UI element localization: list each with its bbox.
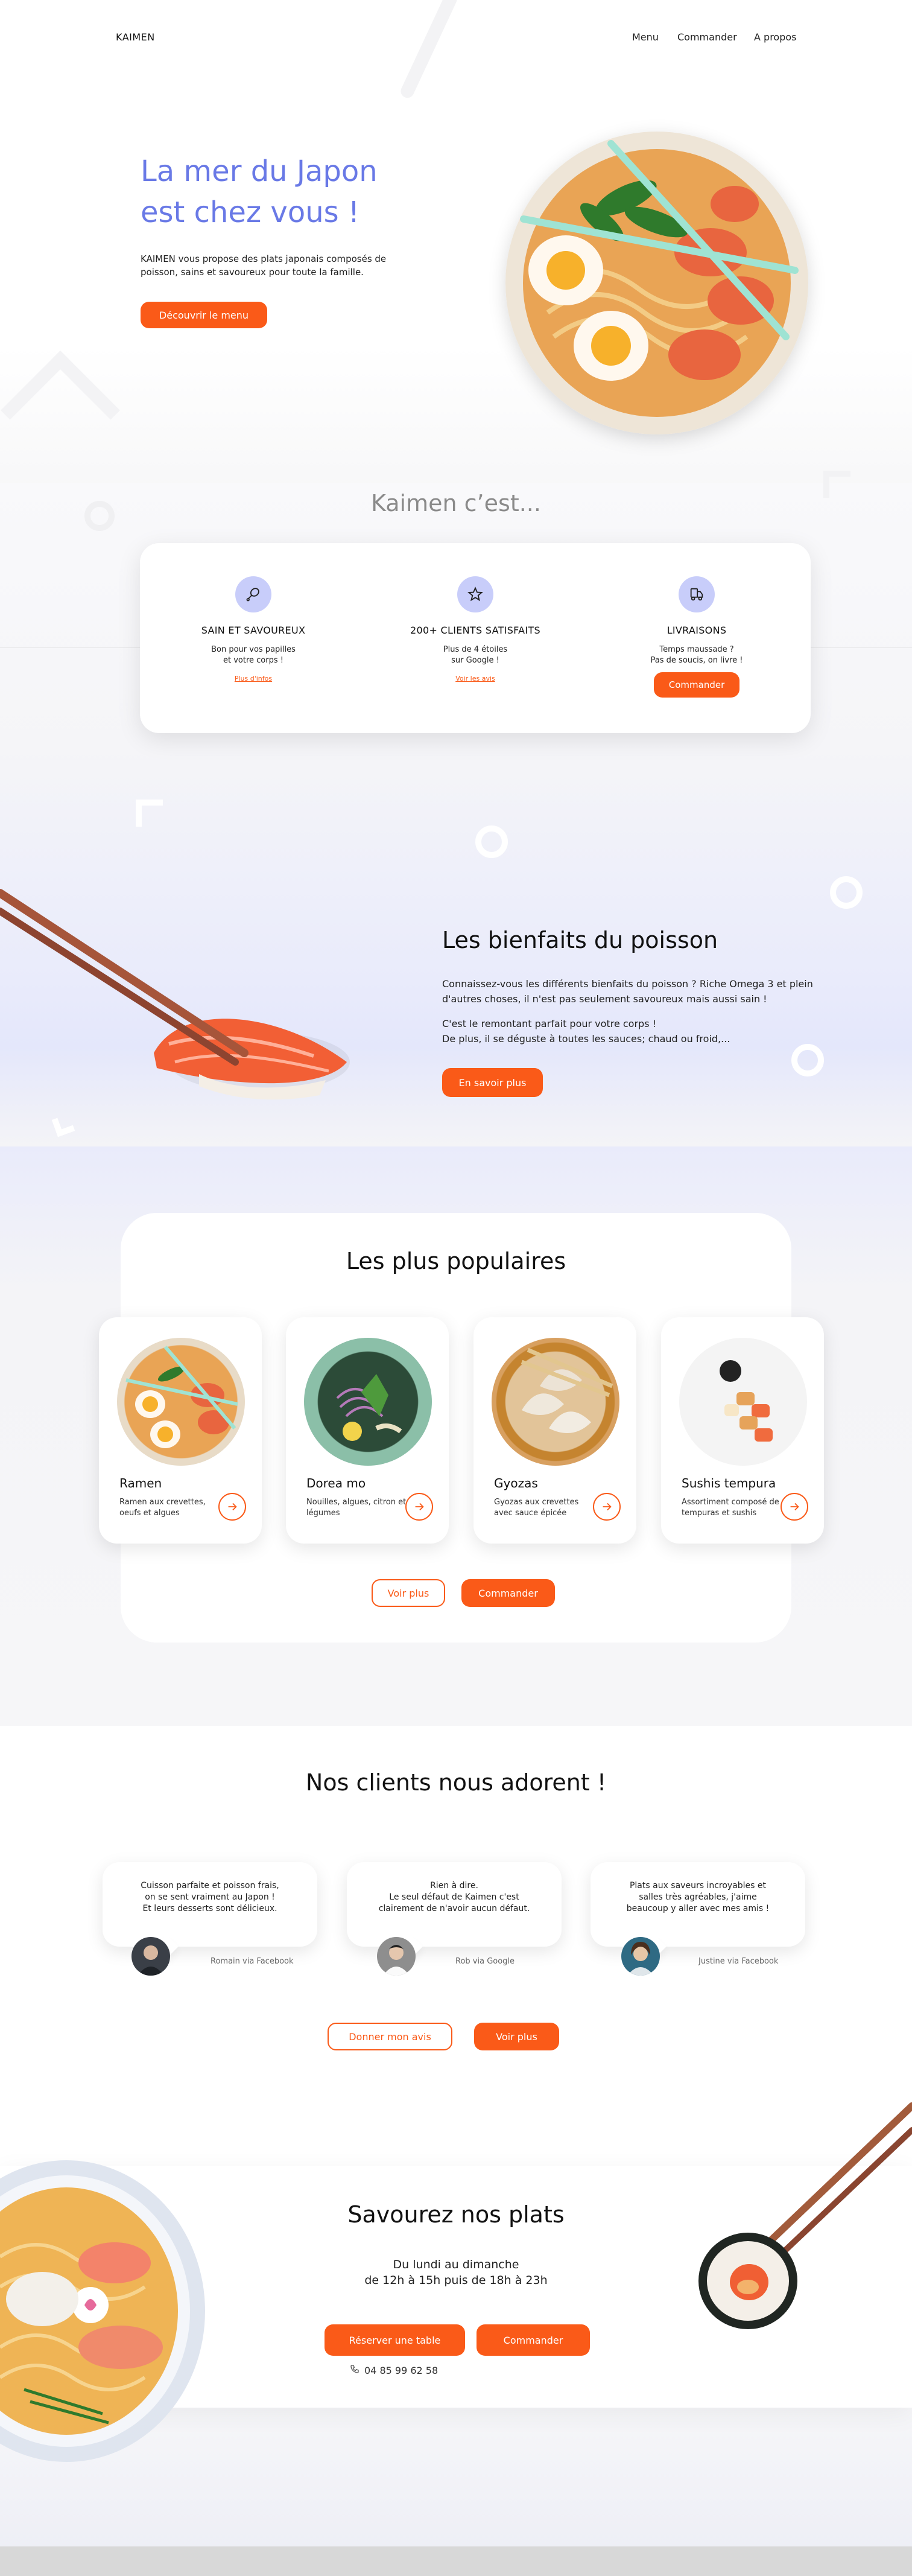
dish-description: Nouilles, algues, citron et légumes: [306, 1498, 407, 1518]
nav-a-propos[interactable]: A propos: [754, 31, 796, 43]
feature-title: SAIN ET SAVOUREUX: [201, 625, 306, 636]
review-line: Cuisson parfaite et poisson frais,: [141, 1881, 279, 1891]
feature-desc-line: et votre corps !: [223, 656, 283, 665]
salmon-nigiri-image: [0, 881, 362, 1122]
feature-description: Plus de 4 étoiles sur Google !: [385, 644, 566, 666]
logo[interactable]: KAIMEN: [116, 31, 155, 43]
feature-title: LIVRAISONS: [667, 625, 727, 636]
footer-bar: [0, 2546, 912, 2576]
ramen-bowl-image: [0, 2148, 229, 2474]
dish-description: Assortiment composé de tempuras et sushi…: [682, 1498, 779, 1518]
review-line: Le seul défaut de Kaimen c'est: [389, 1892, 519, 1902]
feature-desc-line: Bon pour vos papilles: [211, 645, 296, 654]
features-card: SAIN ET SAVOUREUX Bon pour vos papilles …: [140, 543, 811, 733]
phone-text: 04 85 99 62 58: [364, 2364, 439, 2376]
dish-card-sushis-tempura[interactable]: Sushis tempura Assortiment composé de te…: [661, 1317, 824, 1544]
savor-order-button[interactable]: Commander: [477, 2324, 590, 2356]
hero-description: KAIMEN vous propose des plats japonais c…: [141, 253, 387, 278]
reviews-title: Nos clients nous adorent !: [305, 1769, 607, 1796]
review-line: on se sent vraiment au Japon !: [145, 1892, 275, 1902]
delivery-icon: [679, 576, 715, 612]
see-more-dishes-button[interactable]: Voir plus: [372, 1579, 445, 1607]
arrow-right-icon[interactable]: [593, 1493, 621, 1521]
review-bubble: Rien à dire. Le seul défaut de Kaimen c'…: [347, 1862, 562, 1947]
benefits-paragraph: C'est le remontant parfait pour votre co…: [442, 1018, 657, 1029]
phone-number[interactable]: 04 85 99 62 58: [350, 2364, 438, 2376]
review-line: Et leurs desserts sont délicieux.: [142, 1904, 277, 1913]
dish-card-gyozas[interactable]: Gyozas Gyozas aux crevettes avec sauce é…: [473, 1317, 636, 1544]
feature-title: 200+ CLIENTS SATISFAITS: [410, 625, 540, 636]
review-author: Romain via Facebook: [211, 1957, 294, 1966]
give-review-button[interactable]: Donner mon avis: [328, 2023, 452, 2050]
deco-ring: [830, 876, 863, 909]
star-icon: [457, 576, 493, 612]
feature-delivery: LIVRAISONS Temps maussade ? Pas de souci…: [606, 576, 787, 698]
dish-card-dorea-mo[interactable]: Dorea mo Nouilles, algues, citron et lég…: [286, 1317, 449, 1544]
popular-title: Les plus populaires: [346, 1248, 566, 1274]
review-author: Justine via Facebook: [698, 1957, 779, 1966]
dish-name: Ramen: [119, 1476, 162, 1490]
arrow-right-icon[interactable]: [405, 1493, 433, 1521]
hours-line: de 12h à 15h puis de 18h à 23h: [364, 2274, 548, 2287]
dish-name: Dorea mo: [306, 1476, 366, 1490]
hero-title-line1: La mer du Japon: [141, 154, 378, 188]
ramen-image: [117, 1338, 245, 1466]
learn-more-button[interactable]: En savoir plus: [442, 1068, 543, 1097]
benefits-paragraph: De plus, il se déguste à toutes les sauc…: [442, 1033, 730, 1045]
nav-menu[interactable]: Menu: [632, 31, 659, 43]
feature-description: Temps maussade ? Pas de soucis, on livre…: [606, 644, 787, 666]
review-line: beaucoup y aller avec mes amis !: [626, 1904, 770, 1913]
benefits-text: Connaissez-vous les différents bienfaits…: [442, 976, 840, 1046]
benefits-paragraph: Connaissez-vous les différents bienfaits…: [442, 978, 813, 1005]
delivery-order-button[interactable]: Commander: [654, 672, 739, 698]
phone-icon: [350, 2364, 359, 2376]
features-title: Kaimen c’est...: [371, 490, 541, 517]
discover-menu-button[interactable]: Découvrir le menu: [141, 302, 267, 328]
dish-description: Gyozas aux crevettes avec sauce épicée: [494, 1498, 579, 1518]
hero-title: La mer du Japon est chez vous !: [141, 151, 454, 233]
order-button[interactable]: Commander: [461, 1579, 555, 1607]
hero-ramen-image: [505, 132, 808, 434]
benefits-title: Les bienfaits du poisson: [442, 927, 718, 953]
feature-desc-line: Pas de soucis, on livre !: [650, 656, 743, 665]
dish-name: Gyozas: [494, 1476, 538, 1490]
savor-title: Savourez nos plats: [347, 2201, 565, 2228]
feature-clients: 200+ CLIENTS SATISFAITS Plus de 4 étoile…: [385, 576, 566, 682]
deco-ring: [791, 1044, 824, 1077]
hours-line: Du lundi au dimanche: [393, 2258, 519, 2271]
review-line: Plats aux saveurs incroyables et: [629, 1881, 767, 1891]
opening-hours: Du lundi au dimanche de 12h à 15h puis d…: [0, 2257, 912, 2288]
deco-bracket: [136, 800, 163, 827]
feature-desc-line: Plus de 4 étoiles: [443, 645, 508, 654]
see-more-reviews-button[interactable]: Voir plus: [474, 2023, 559, 2050]
feature-description: Bon pour vos papilles et votre corps !: [163, 644, 344, 666]
feature-desc-line: sur Google !: [451, 656, 499, 665]
review-line: clairement de n'avoir aucun défaut.: [378, 1904, 530, 1913]
more-info-link[interactable]: Plus d'infos: [163, 675, 344, 682]
arrow-right-icon[interactable]: [781, 1493, 808, 1521]
reserve-table-button[interactable]: Réserver une table: [325, 2324, 465, 2356]
dish-name: Sushis tempura: [682, 1476, 776, 1490]
dish-card-ramen[interactable]: Ramen Ramen aux crevettes, oeufs et algu…: [99, 1317, 262, 1544]
review-author: Rob via Google: [455, 1957, 515, 1966]
nav-commander[interactable]: Commander: [677, 31, 737, 43]
deco-ring: [475, 825, 508, 858]
avatar: [131, 1937, 170, 1976]
review-line: Rien à dire.: [430, 1881, 478, 1891]
feature-healthy: SAIN ET SAVOUREUX Bon pour vos papilles …: [163, 576, 344, 682]
review-bubble: Plats aux saveurs incroyables et salles …: [591, 1862, 805, 1947]
sushis-tempura-image: [679, 1338, 807, 1466]
gyozas-image: [492, 1338, 619, 1466]
feature-desc-line: Temps maussade ?: [659, 645, 734, 654]
dorea-mo-image: [304, 1338, 432, 1466]
drumstick-icon: [235, 576, 271, 612]
avatar: [621, 1937, 660, 1976]
avatar: [377, 1937, 416, 1976]
dish-description: Ramen aux crevettes, oeufs et algues: [119, 1498, 206, 1518]
arrow-right-icon[interactable]: [218, 1493, 246, 1521]
hero-title-line2: est chez vous !: [141, 196, 360, 229]
review-line: salles très agréables, j'aime: [639, 1892, 757, 1902]
see-reviews-link[interactable]: Voir les avis: [385, 675, 566, 682]
review-bubble: Cuisson parfaite et poisson frais, on se…: [103, 1862, 317, 1947]
